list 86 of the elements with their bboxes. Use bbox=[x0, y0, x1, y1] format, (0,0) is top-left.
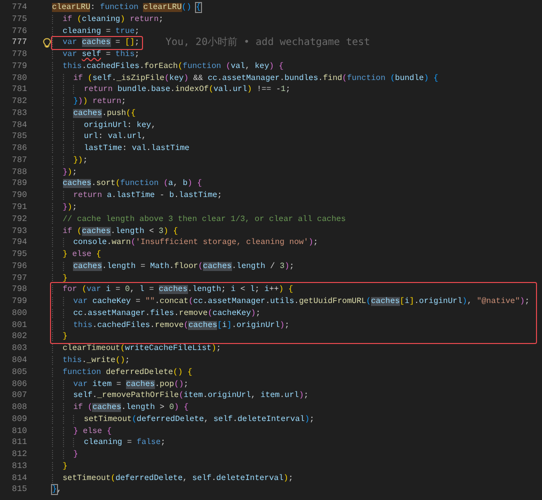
line-number: 800 bbox=[10, 308, 27, 320]
code-line: if (caches.length < 3) { bbox=[52, 226, 178, 238]
code-line: }); bbox=[52, 202, 78, 214]
code-line: } bbox=[52, 449, 78, 461]
code-line: this.cachedFiles.forEach(function (val, key) { bbox=[52, 60, 284, 73]
code-line: self._removePathOrFile(item.originUrl, item.url); bbox=[52, 390, 309, 402]
line-number: 785 bbox=[10, 131, 27, 144]
line-number: 808 bbox=[10, 402, 27, 414]
code-line: } bbox=[52, 272, 68, 284]
line-number: 810 bbox=[10, 426, 27, 438]
code-line: var caches = []; bbox=[52, 37, 140, 50]
line-number: 807 bbox=[10, 390, 27, 402]
line-number: 780 bbox=[10, 72, 27, 84]
code-line: this._write(); bbox=[52, 354, 130, 367]
code-line: for (var i = 0, l = caches.length; i < l; i++) { bbox=[52, 284, 294, 296]
code-line: return a.lastTime - b.lastTime; bbox=[52, 190, 222, 202]
line-number: 797 bbox=[10, 272, 27, 284]
line-number: 781 bbox=[10, 84, 27, 96]
code-line: function deferredDelete() { bbox=[52, 366, 192, 379]
line-number: 786 bbox=[10, 143, 27, 155]
line-number: 778 bbox=[10, 49, 27, 61]
code-line: }); bbox=[52, 154, 88, 167]
line-number: 789 bbox=[10, 178, 27, 190]
line-number: 794 bbox=[10, 237, 27, 250]
code-line: lastTime: val.lastTime bbox=[52, 143, 190, 155]
code-line: caches.length = Math.floor(caches.length / 3); bbox=[52, 260, 294, 273]
code-line: } bbox=[52, 460, 68, 473]
code-line: cc.assetManager.files.remove(cacheKey); bbox=[52, 308, 261, 320]
line-number: 793 bbox=[10, 226, 27, 238]
line-number: 814 bbox=[10, 472, 27, 484]
code-line: this.cachedFiles.remove(caches[i].originUrl); bbox=[52, 320, 290, 332]
line-number: 811 bbox=[10, 437, 27, 450]
line-number: 779 bbox=[10, 60, 27, 73]
code-line: var self = this; bbox=[52, 49, 140, 61]
line-number: 788 bbox=[10, 166, 27, 178]
code-line: if (caches.length > 0) { bbox=[52, 402, 189, 414]
code-line: caches.push({ bbox=[52, 108, 136, 120]
code-line: cleaning = false; bbox=[52, 437, 166, 450]
line-number: 812 bbox=[10, 449, 27, 461]
line-number: 804 bbox=[10, 354, 27, 367]
code-line: originUrl: key, bbox=[52, 120, 156, 132]
line-number: 809 bbox=[10, 414, 27, 426]
line-number: 775 bbox=[10, 14, 27, 26]
code-line: var cacheKey = "".concat(cc.assetManager.utils.getUuidFromURL(caches[i].originUrl), "@native"); bbox=[52, 296, 530, 308]
line-number: 796 bbox=[10, 260, 27, 273]
code-line: setTimeout(deferredDelete, self.deleteInterval); bbox=[52, 414, 314, 426]
code-line: if (cleaning) return; bbox=[52, 14, 164, 26]
line-number: 782 bbox=[10, 96, 27, 108]
code-line: }); bbox=[52, 166, 78, 178]
line-number: 798 bbox=[10, 284, 27, 296]
line-number: 806 bbox=[10, 378, 27, 390]
code-line: clearTimeout(writeCacheFileList); bbox=[52, 343, 222, 355]
line-number: 774 bbox=[10, 2, 27, 14]
line-number: 813 bbox=[10, 460, 27, 473]
code-line: clearLRU: function clearLRU() { bbox=[52, 2, 201, 14]
code-line: url: val.url, bbox=[52, 131, 146, 144]
code-line: }, bbox=[52, 484, 62, 496]
code-line: } else { bbox=[52, 426, 112, 438]
line-number: 815 bbox=[10, 484, 27, 496]
line-number: 790 bbox=[10, 190, 27, 202]
code-line: setTimeout(deferredDelete, self.deleteInterval); bbox=[52, 472, 294, 484]
code-line: } else { bbox=[52, 249, 102, 261]
line-number: 802 bbox=[10, 331, 27, 344]
line-number: 801 bbox=[10, 320, 27, 332]
line-number: 791 bbox=[10, 202, 27, 214]
line-number: 799 bbox=[10, 296, 27, 308]
line-number: 776 bbox=[10, 26, 27, 38]
blame-annotation: You, 20小时前 • add wechatgame test bbox=[165, 37, 370, 50]
line-number: 803 bbox=[10, 343, 27, 355]
code-line: cleaning = true; bbox=[52, 26, 140, 38]
code-line: // cache length above 3 then clear 1/3, or clear all caches bbox=[52, 214, 346, 226]
code-line: var item = caches.pop(); bbox=[52, 378, 188, 390]
line-number: 805 bbox=[10, 366, 27, 379]
code-line: })) return; bbox=[52, 96, 126, 108]
code-line: console.warn('Insufficient storage, cleaning now'); bbox=[52, 237, 318, 250]
line-number: 784 bbox=[10, 120, 27, 132]
code-line: caches.sort(function (a, b) { bbox=[52, 178, 202, 190]
code-line: return bundle.base.indexOf(val.url) !== -1; bbox=[52, 84, 290, 96]
line-number: 795 bbox=[10, 249, 27, 261]
lightbulb-icon[interactable] bbox=[43, 38, 51, 48]
line-number: 787 bbox=[10, 154, 27, 167]
line-number: 792 bbox=[10, 214, 27, 226]
code-line: } bbox=[52, 331, 68, 344]
line-number: 777 bbox=[10, 37, 27, 50]
line-number: 783 bbox=[10, 108, 27, 120]
code-line: if (self._isZipFile(key) && cc.assetManager.bundles.find(function (bundle) { bbox=[52, 72, 438, 84]
